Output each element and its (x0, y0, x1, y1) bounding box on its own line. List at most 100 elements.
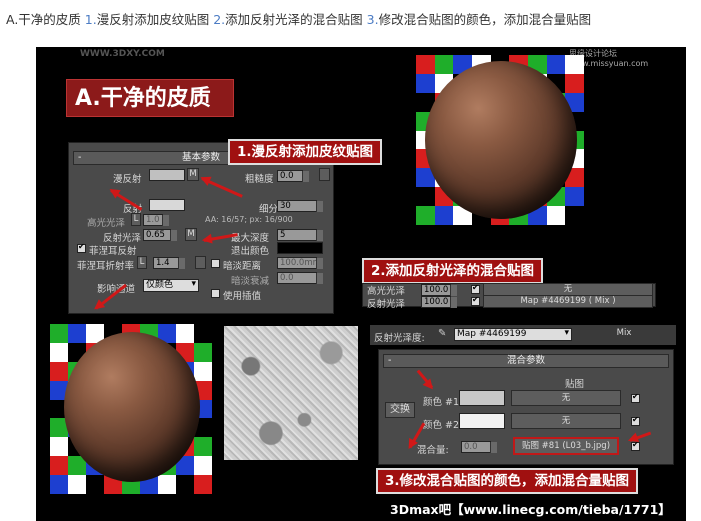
footer-credit: 3Dmax吧【www.linecg.com/tieba/1771】 (390, 502, 671, 517)
exit-color-swatch[interactable] (277, 242, 323, 254)
title-clean-leather: A.干净的皮质 (66, 79, 234, 117)
step3-label: 3.修改混合贴图的颜色，添加混合量贴图 (376, 468, 639, 494)
max-depth-spinner[interactable]: 5 (277, 229, 323, 241)
checker-cell (50, 361, 68, 381)
checker-cell (546, 55, 566, 74)
maps-hilight-checkbox[interactable] (471, 283, 480, 294)
checker-cell (176, 475, 194, 494)
mix-amount-label: 混合量: (417, 445, 449, 456)
refl-gloss-spinner[interactable]: 0.65 (143, 229, 177, 241)
mix-params-rollout-header[interactable]: - 混合参数 (383, 354, 669, 368)
checker-cell (68, 475, 86, 494)
dim-distance-label: 暗淡距离 (223, 261, 262, 272)
checker-cell (176, 324, 194, 343)
maps-refl-gloss-checkbox[interactable] (471, 295, 480, 306)
color2-map-checkbox[interactable] (631, 415, 640, 426)
checker-cell (416, 73, 435, 93)
dim-distance-spinner[interactable]: 100.0mm (277, 257, 323, 269)
refl-gloss-map-button[interactable]: M (185, 228, 197, 241)
checker-cell (50, 437, 68, 457)
caption-part-2: 添加反射光泽的混合贴图 (225, 12, 363, 27)
roughness-label: 粗糙度 (245, 174, 274, 185)
color1-label: 颜色 #1 (423, 397, 460, 408)
watermark-missyuan: 思缘设计论坛 www.missyuan.com (569, 48, 686, 68)
mix-map-header-bar: 反射光泽度: ✎ Map #4469199 Mix (370, 325, 676, 345)
fresnel-ior-spinner[interactable]: 1.4 (153, 257, 185, 269)
maps-refl-gloss-spinner[interactable]: 100.0 (421, 296, 457, 308)
checker-cell (68, 324, 86, 343)
fresnel-ior-map-button[interactable] (195, 256, 206, 269)
dim-distance-checkbox[interactable] (211, 259, 220, 268)
checker-cell (86, 475, 104, 494)
swap-button[interactable]: 交换 (385, 402, 415, 418)
eyedropper-icon[interactable]: ✎ (438, 328, 446, 339)
checker-cell (565, 73, 584, 93)
diffuse-label: 漫反射 (113, 174, 142, 185)
caption-part-3: 修改混合贴图的颜色，添加混合量贴图 (378, 12, 592, 27)
checker-cell (546, 206, 566, 225)
checker-cell (194, 456, 212, 476)
mix-params-panel: -混合参数 贴图 交换 颜色 #1 无 颜色 #2 无 混合量: 0.0 贴图 … (378, 349, 674, 465)
checker-cell (194, 437, 212, 457)
hilight-gloss-label: 高光光泽 (87, 218, 126, 229)
checker-cell (416, 55, 435, 74)
dim-falloff-spinner[interactable]: 0.0 (277, 272, 323, 284)
subdivs-spinner[interactable]: 30 (277, 200, 323, 212)
mix-amount-spinner[interactable]: 0.0 (461, 441, 497, 453)
roughness-spinner[interactable]: 0.0 (277, 170, 309, 182)
mix-params-title: 混合参数 (506, 355, 545, 366)
checker-cell (434, 206, 454, 225)
affect-channels-dropdown[interactable]: 仅颜色 (143, 279, 199, 292)
diffuse-map-button[interactable]: M (187, 168, 199, 181)
mix-gloss-label: 反射光泽度: (374, 333, 425, 344)
watermark-3dxy: WWW.3DXY.COM (80, 49, 165, 59)
mix-map-name-field[interactable]: Map #4469199 (454, 328, 572, 341)
mix-map-type-button[interactable]: Mix (580, 328, 668, 341)
hilight-gloss-spinner[interactable]: 1.0 (143, 214, 169, 226)
checker-cell (194, 324, 212, 343)
checker-cell (194, 361, 212, 381)
mix-amount-map-button[interactable]: 贴图 #81 (L03_b.jpg) (513, 437, 619, 455)
caption-part-1: 漫反射添加皮纹贴图 (96, 12, 210, 27)
fresnel-ior-lock-button[interactable]: L (137, 256, 147, 269)
caption-num-1: 1. (84, 12, 97, 27)
maps-refl-gloss-map-button[interactable]: Map #4469199 ( Mix ) (483, 295, 653, 308)
color2-swatch[interactable] (459, 413, 505, 429)
tutorial-image: WWW.3DXY.COM 思缘设计论坛 www.missyuan.com A.干… (36, 47, 686, 521)
caption-part-a: A.干净的皮质 (6, 12, 81, 27)
use-interp-checkbox[interactable] (211, 289, 220, 298)
checker-cell (194, 342, 212, 362)
leather-sphere-bottom (64, 332, 200, 482)
color1-map-checkbox[interactable] (631, 392, 640, 403)
caption-num-3: 3. (366, 12, 379, 27)
checker-cell (434, 55, 454, 74)
caption: A.干净的皮质 1.漫反射添加皮纹贴图 2.添加反射光泽的混合贴图 3.修改混合… (6, 9, 591, 28)
reflect-color-swatch[interactable] (149, 199, 185, 211)
aa-info: AA: 16/57; px: 16/900 (205, 215, 293, 224)
hilight-lock-button[interactable]: L (131, 213, 141, 226)
basic-params-panel: - 基本参数 漫反射 M 粗糙度 0.0 反射 细分 30 高光光泽 L 1.0 … (68, 142, 334, 314)
checker-cell (416, 187, 435, 207)
maps-hilight-spinner[interactable]: 100.0 (421, 284, 457, 296)
roughness-map-button[interactable] (319, 168, 330, 181)
checker-cell (565, 206, 584, 225)
checker-cell (50, 475, 68, 494)
maps-refl-gloss-label: 反射光泽 (367, 299, 406, 310)
checker-cell (565, 55, 584, 74)
mix-amount-texture (224, 326, 358, 460)
subdivs-label: 细分 (259, 204, 279, 215)
leather-sphere-top (425, 61, 577, 219)
dim-falloff-label: 暗淡衰减 (231, 276, 270, 287)
color1-map-button[interactable]: 无 (511, 390, 621, 406)
use-interp-label: 使用插值 (223, 291, 262, 302)
exit-color-label: 退出颜色 (231, 246, 270, 257)
diffuse-color-swatch[interactable] (149, 169, 185, 181)
color2-label: 颜色 #2 (423, 420, 460, 431)
fresnel-ior-label: 菲涅耳折射率 (77, 261, 135, 272)
checker-cell (158, 475, 176, 494)
checker-cell (194, 475, 212, 494)
reflect-maps-rows: 高光光泽 100.0 无 反射光泽 100.0 Map #4469199 ( M… (362, 283, 656, 310)
color1-swatch[interactable] (459, 390, 505, 406)
fresnel-checkbox[interactable] (77, 242, 86, 253)
color2-map-button[interactable]: 无 (511, 413, 621, 429)
